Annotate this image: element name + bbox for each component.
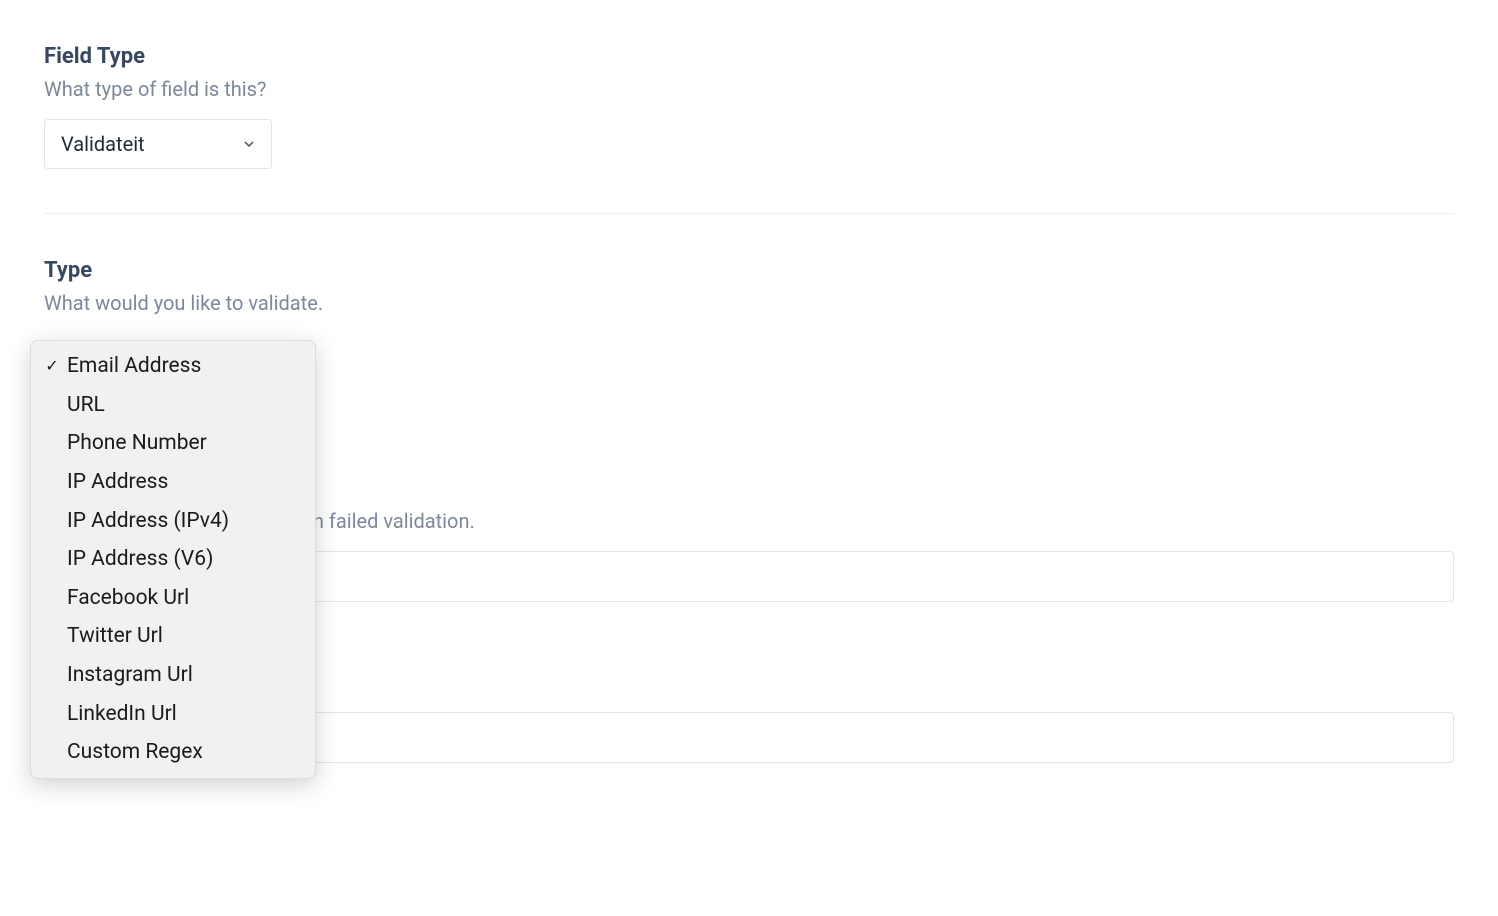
type-option-label: Phone Number xyxy=(67,426,207,461)
type-option-label: LinkedIn Url xyxy=(67,697,177,732)
type-dropdown[interactable]: ✓Email AddressURLPhone NumberIP AddressI… xyxy=(30,340,316,779)
type-option-label: Twitter Url xyxy=(67,619,163,654)
divider xyxy=(44,213,1454,214)
field-type-section: Field Type What type of field is this? V… xyxy=(44,44,1454,169)
field-type-select-value: Validateit xyxy=(61,132,145,156)
check-icon: ✓ xyxy=(43,353,61,379)
type-option-label: Custom Regex xyxy=(67,735,203,770)
type-option-label: IP Address xyxy=(67,465,168,500)
type-option[interactable]: LinkedIn Url xyxy=(31,695,315,734)
type-desc: What would you like to validate. xyxy=(44,291,1454,315)
type-option-label: Email Address xyxy=(67,349,201,384)
field-type-desc: What type of field is this? xyxy=(44,77,1454,101)
type-option[interactable]: IP Address xyxy=(31,463,315,502)
type-option-label: Instagram Url xyxy=(67,658,193,693)
type-option[interactable]: Facebook Url xyxy=(31,579,315,618)
type-option[interactable]: Phone Number xyxy=(31,424,315,463)
type-option[interactable]: ✓Email Address xyxy=(31,347,315,386)
type-option-label: IP Address (IPv4) xyxy=(67,504,229,539)
type-option-label: IP Address (V6) xyxy=(67,542,213,577)
type-option[interactable]: Custom Regex xyxy=(31,733,315,772)
field-type-title: Field Type xyxy=(44,44,1454,69)
type-option[interactable]: IP Address (IPv4) xyxy=(31,502,315,541)
chevron-down-icon xyxy=(243,138,255,150)
type-option[interactable]: Instagram Url xyxy=(31,656,315,695)
type-option-label: URL xyxy=(67,388,105,423)
type-title: Type xyxy=(44,258,1454,283)
type-option-label: Facebook Url xyxy=(67,581,189,616)
type-option[interactable]: IP Address (V6) xyxy=(31,540,315,579)
type-section: Type What would you like to validate. ✓E… xyxy=(44,258,1454,763)
type-option[interactable]: Twitter Url xyxy=(31,617,315,656)
field-type-select[interactable]: Validateit xyxy=(44,119,272,169)
type-option[interactable]: URL xyxy=(31,386,315,425)
